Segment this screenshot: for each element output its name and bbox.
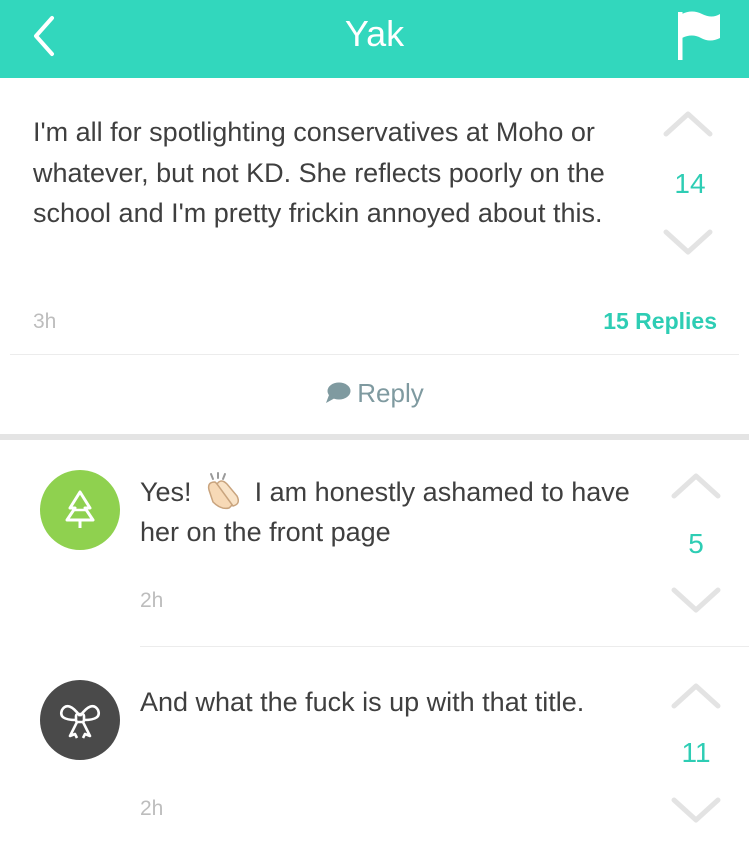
divider <box>140 646 749 647</box>
reply-label: Reply <box>357 378 424 408</box>
flag-button[interactable] <box>674 8 722 62</box>
upvote-arrow-icon[interactable] <box>668 470 724 500</box>
tree-icon <box>65 490 95 528</box>
avatar <box>40 470 120 550</box>
bow-icon <box>60 704 100 739</box>
comment-timestamp: 2h <box>140 589 164 612</box>
comment-timestamp: 2h <box>140 797 164 820</box>
speech-bubble-icon <box>326 382 351 403</box>
clapping-hands-icon <box>207 472 240 510</box>
comment-text: And what the fuck is up with that title. <box>140 687 585 717</box>
upvote-arrow-icon[interactable] <box>668 680 724 710</box>
upvote-arrow-icon[interactable] <box>660 108 716 138</box>
downvote-arrow-icon[interactable] <box>660 228 716 258</box>
divider <box>10 354 739 355</box>
post-text: I'm all for spotlighting conservatives a… <box>33 117 605 228</box>
page-title: Yak <box>344 13 405 54</box>
reply-button[interactable]: Reply <box>0 378 749 409</box>
downvote-arrow-icon[interactable] <box>668 796 724 826</box>
downvote-arrow-icon[interactable] <box>668 586 724 616</box>
post-timestamp: 3h <box>33 310 57 333</box>
post-vote-count: 14 <box>674 168 706 199</box>
replies-count-link[interactable]: 15 Replies <box>603 308 717 335</box>
flag-icon <box>678 11 720 60</box>
comment-vote-count: 5 <box>688 528 704 559</box>
comment-text: Yes! I am honestly ashamed to have her o… <box>140 472 640 552</box>
comment-vote-count: 11 <box>681 737 711 768</box>
comment-text-start: Yes! <box>140 477 192 507</box>
avatar <box>40 680 120 760</box>
header-bar: Yak <box>0 0 749 78</box>
section-divider <box>0 434 749 440</box>
